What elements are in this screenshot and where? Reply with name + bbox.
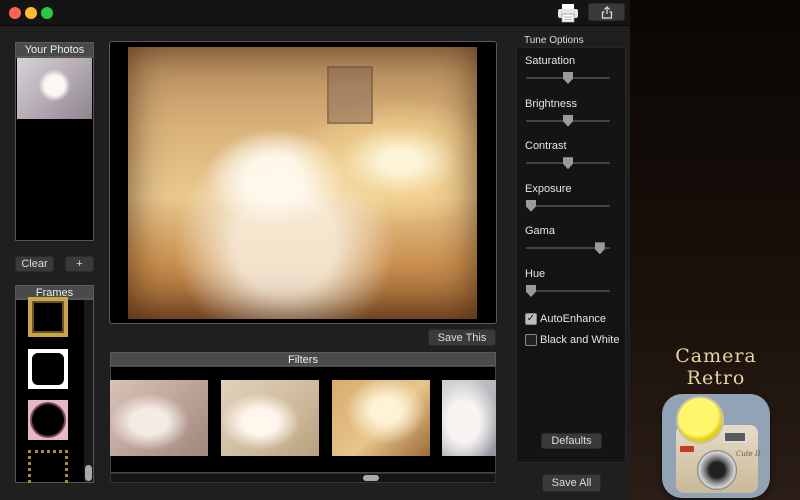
share-icon — [601, 5, 612, 19]
checkmark-icon: ✓ — [526, 313, 536, 324]
camera-badge-icon — [680, 446, 694, 452]
add-photo-button[interactable]: + — [65, 256, 94, 272]
frame-gold-ornate[interactable] — [28, 297, 68, 337]
slider-track-exposure[interactable] — [526, 204, 610, 207]
slider-label-contrast: Contrast — [525, 140, 567, 153]
slider-label-exposure: Exposure — [525, 182, 572, 195]
frame-gold-filigree[interactable] — [28, 450, 68, 483]
app-name-logo: Camera Retro — [668, 345, 764, 389]
camera-viewfinder-icon — [723, 431, 747, 443]
frames-scroll-thumb[interactable] — [85, 465, 92, 481]
your-photos-header: Your Photos — [15, 42, 94, 57]
slider-label-brightness: Brightness — [525, 97, 577, 110]
filter-thumbnail[interactable] — [221, 380, 319, 456]
slider-label-hue: Hue — [525, 268, 546, 280]
filters-scrollbar[interactable] — [110, 473, 496, 483]
filters-header: Filters — [110, 352, 496, 366]
share-button[interactable] — [588, 3, 625, 21]
slider-track-hue[interactable] — [526, 290, 610, 292]
photo-vignette — [128, 47, 477, 319]
black-white-checkbox[interactable] — [525, 334, 537, 346]
filter-thumbnail[interactable] — [110, 380, 208, 456]
black-white-label: Black and White — [540, 334, 620, 346]
clear-button[interactable]: Clear — [15, 256, 54, 272]
title-bar — [0, 0, 630, 26]
filter-thumbnail[interactable] — [332, 380, 430, 456]
printer-icon[interactable] — [557, 3, 579, 23]
maximize-window-button[interactable] — [41, 7, 53, 19]
auto-enhance-label: AutoEnhance — [540, 313, 607, 325]
filters-scroll-thumb[interactable] — [363, 475, 379, 481]
slider-label-saturation: Saturation — [525, 55, 576, 67]
frame-pink-oval[interactable] — [28, 400, 68, 440]
app-name-line1: Camera — [675, 345, 757, 367]
auto-enhance-checkbox[interactable]: ✓ — [525, 313, 537, 325]
save-this-button[interactable]: Save This — [428, 329, 496, 346]
frame-white-rounded[interactable] — [28, 349, 68, 389]
filter-thumbnail[interactable] — [442, 380, 496, 456]
camera-flash-icon — [676, 396, 724, 444]
camera-lens-icon — [697, 450, 737, 490]
tune-options-title: Tune Options — [524, 35, 584, 46]
close-window-button[interactable] — [9, 7, 21, 19]
app-name-line2: Retro — [686, 367, 746, 389]
defaults-button[interactable]: Defaults — [541, 433, 602, 449]
frames-scrollbar[interactable] — [84, 300, 93, 482]
slider-label-gama: Gama — [525, 225, 555, 238]
camera-model-label: Cute II — [736, 450, 761, 458]
minimize-window-button[interactable] — [25, 7, 37, 19]
photo-thumbnail[interactable] — [17, 58, 92, 119]
save-all-button[interactable]: Save All — [542, 474, 601, 492]
